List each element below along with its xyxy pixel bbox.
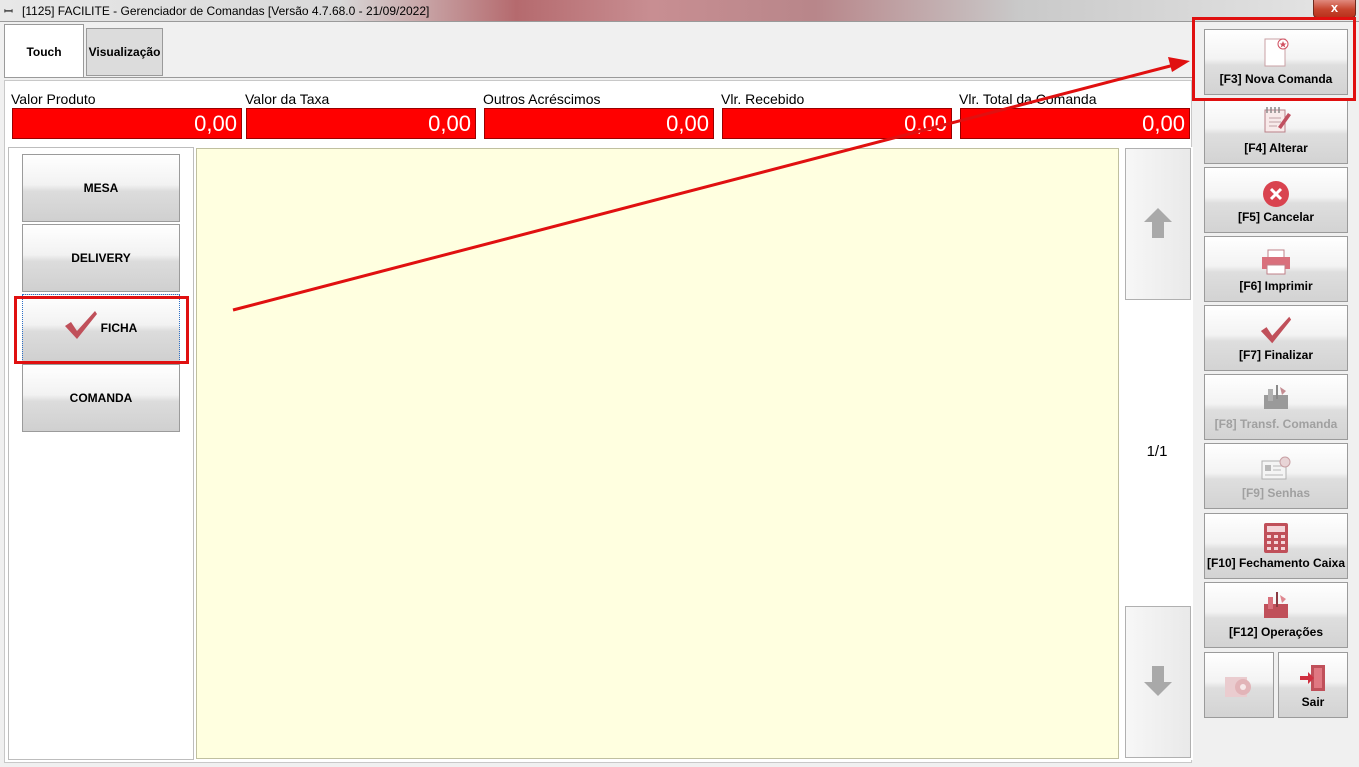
window-title: [1125] FACILITE - Gerenciador de Comanda… [22, 4, 430, 18]
category-ficha-button[interactable]: FICHA [22, 294, 180, 362]
tab-divider [4, 77, 1192, 78]
sair-button[interactable]: Sair [1278, 652, 1348, 718]
imprimir-label: [F6] Imprimir [1239, 279, 1313, 293]
cancel-icon [1262, 180, 1290, 211]
transf-comanda-button[interactable]: [F8] Transf. Comanda [1204, 374, 1348, 440]
page-indicator: 1/1 [1146, 443, 1168, 460]
cancelar-label: [F5] Cancelar [1237, 210, 1315, 224]
category-ficha-label: FICHA [100, 321, 138, 335]
senhas-button[interactable]: [F9] Senhas [1204, 443, 1348, 509]
operacoes-label: [F12] Operações [1228, 625, 1324, 639]
category-delivery-label: DELIVERY [71, 251, 131, 265]
fechamento-caixa-label: [F10] Fechamento Caixa [1206, 556, 1346, 570]
configuracoes-button[interactable] [1204, 652, 1274, 718]
imprimir-button[interactable]: [F6] Imprimir [1204, 236, 1348, 302]
exit-door-icon [1298, 663, 1328, 696]
new-document-icon [1261, 36, 1291, 73]
category-mesa-button[interactable]: MESA [22, 154, 180, 222]
title-bar: ꟷ [1125] FACILITE - Gerenciador de Coman… [0, 0, 1359, 22]
close-button[interactable]: x [1313, 0, 1356, 18]
vlr-recebido-label: Vlr. Recebido [721, 91, 805, 107]
arrow-up-icon [1143, 206, 1173, 243]
category-comanda-label: COMANDA [69, 391, 133, 405]
outros-acrescimos-label: Outros Acréscimos [483, 91, 601, 107]
edit-notepad-icon [1260, 105, 1292, 138]
checkmark-icon [63, 309, 99, 344]
tab-visualizacao[interactable]: Visualização [86, 28, 163, 76]
vlr-total-comanda-label: Vlr. Total da Comanda [959, 91, 1097, 107]
valor-taxa-label: Valor da Taxa [245, 91, 330, 107]
checkmark-icon [1259, 314, 1293, 349]
tab-touch[interactable]: Touch [4, 24, 84, 78]
outros-acrescimos-value: 0,00 [484, 108, 714, 139]
valor-produto-label: Valor Produto [11, 91, 96, 107]
transf-comanda-label: [F8] Transf. Comanda [1214, 417, 1338, 431]
nova-comanda-button[interactable]: [F3] Nova Comanda [1204, 29, 1348, 95]
alterar-label: [F4] Alterar [1244, 141, 1308, 155]
category-delivery-button[interactable]: DELIVERY [22, 224, 180, 292]
arrow-down-icon [1143, 664, 1173, 701]
calculator-icon [1262, 522, 1290, 557]
app-icon: ꟷ [4, 6, 13, 18]
page-down-button[interactable] [1125, 606, 1191, 758]
senhas-label: [F9] Senhas [1241, 486, 1310, 500]
valor-produto-value: 0,00 [12, 108, 242, 139]
vlr-total-comanda-value: 0,00 [960, 108, 1190, 139]
operacoes-button[interactable]: [F12] Operações [1204, 582, 1348, 648]
vlr-recebido-value: 0,00 [722, 108, 952, 139]
page-up-button[interactable] [1125, 148, 1191, 300]
fechamento-caixa-button[interactable]: [F10] Fechamento Caixa [1204, 513, 1348, 579]
category-mesa-label: MESA [83, 181, 119, 195]
tools-icon [1260, 589, 1292, 624]
password-card-icon [1260, 456, 1292, 485]
valor-taxa-value: 0,00 [246, 108, 476, 139]
alterar-button[interactable]: [F4] Alterar [1204, 98, 1348, 164]
finalizar-label: [F7] Finalizar [1238, 348, 1313, 362]
transfer-tools-icon [1260, 381, 1292, 416]
settings-gear-icon [1223, 671, 1255, 704]
printer-icon [1260, 249, 1292, 278]
comandas-grid-area[interactable] [196, 148, 1119, 759]
finalizar-button[interactable]: [F7] Finalizar [1204, 305, 1348, 371]
category-comanda-button[interactable]: COMANDA [22, 364, 180, 432]
cancelar-button[interactable]: [F5] Cancelar [1204, 167, 1348, 233]
nova-comanda-label: [F3] Nova Comanda [1219, 72, 1333, 86]
sair-label: Sair [1301, 695, 1325, 709]
